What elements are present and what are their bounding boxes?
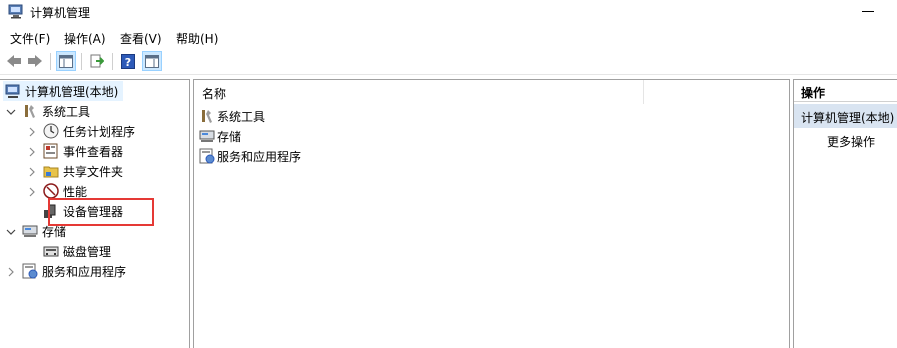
title-bar: 计算机管理 — [0, 0, 897, 24]
content-pane: 名称 系统工具 存储 服务和应用程序 — [193, 79, 790, 348]
tree-item-computer-management[interactable]: 计算机管理(本地) — [3, 81, 123, 101]
disk-management-icon — [43, 243, 59, 259]
tree-item-disk-management[interactable]: 磁盘管理 — [43, 241, 111, 261]
menu-help[interactable]: 帮助(H) — [176, 30, 218, 47]
menu-view[interactable]: 查看(V) — [120, 30, 162, 47]
chevron-down-icon[interactable] — [6, 226, 16, 236]
actions-header: 操作 — [794, 80, 897, 102]
list-item[interactable]: 存储 — [199, 126, 241, 146]
list-item-label: 系统工具 — [217, 109, 266, 124]
actions-group-label: 计算机管理(本地) — [801, 111, 895, 125]
minimize-button[interactable] — [862, 11, 874, 12]
chevron-right-icon[interactable] — [27, 186, 37, 197]
list-item[interactable]: 服务和应用程序 — [199, 146, 301, 166]
actions-group-computer-management[interactable]: 计算机管理(本地) — [794, 104, 897, 128]
shared-folder-icon — [43, 163, 59, 179]
chevron-right-icon[interactable] — [6, 266, 16, 277]
tree-item-label: 磁盘管理 — [63, 244, 112, 259]
svg-text:?: ? — [125, 56, 131, 69]
tree-item-label: 事件查看器 — [63, 144, 124, 159]
menu-action[interactable]: 操作(A) — [64, 30, 106, 47]
export-list-icon[interactable] — [87, 51, 107, 71]
clock-icon — [43, 123, 59, 139]
storage-icon — [199, 128, 215, 144]
show-hide-action-pane-icon[interactable] — [142, 51, 162, 71]
tree-item-event-viewer[interactable]: 事件查看器 — [27, 141, 123, 161]
menu-file[interactable]: 文件(F) — [10, 30, 50, 47]
tools-icon — [22, 103, 38, 119]
chevron-right-icon[interactable] — [27, 166, 37, 177]
more-actions-link[interactable]: 更多操作 — [827, 133, 875, 150]
list-item-label: 服务和应用程序 — [217, 149, 302, 164]
tree-item-label: 服务和应用程序 — [42, 264, 127, 279]
chevron-right-icon[interactable] — [27, 126, 37, 137]
tree-item-shared-folders[interactable]: 共享文件夹 — [27, 161, 123, 181]
services-icon — [22, 263, 38, 279]
window-title: 计算机管理 — [30, 6, 91, 20]
tree-item-label: 共享文件夹 — [63, 164, 124, 179]
tools-icon — [199, 108, 215, 124]
help-icon[interactable]: ? — [118, 51, 138, 71]
toolbar: ? — [0, 49, 897, 75]
actions-pane: 操作 计算机管理(本地) 更多操作 — [793, 79, 897, 348]
computer-management-icon — [5, 83, 21, 99]
services-icon — [199, 148, 215, 164]
column-header-label: 名称 — [202, 87, 227, 101]
menu-bar: 文件(F) 操作(A) 查看(V) 帮助(H) — [0, 27, 897, 47]
event-viewer-icon — [43, 143, 59, 159]
actions-header-label: 操作 — [801, 86, 826, 100]
column-header-name[interactable]: 名称 — [194, 80, 644, 104]
list-item-label: 存储 — [217, 129, 242, 144]
performance-icon — [43, 183, 59, 199]
list-item[interactable]: 系统工具 — [199, 106, 265, 126]
storage-icon — [22, 223, 38, 239]
tree-item-label: 计算机管理(本地) — [25, 84, 119, 99]
tree-item-label: 任务计划程序 — [63, 124, 136, 139]
highlight-annotation — [48, 198, 154, 226]
tree-item-services-applications[interactable]: 服务和应用程序 — [6, 261, 126, 281]
chevron-down-icon[interactable] — [6, 106, 16, 116]
chevron-right-icon[interactable] — [27, 146, 37, 157]
toolbar-separator — [81, 53, 82, 70]
tree-item-task-scheduler[interactable]: 任务计划程序 — [27, 121, 135, 141]
toolbar-separator — [50, 53, 51, 70]
show-hide-tree-icon[interactable] — [56, 51, 76, 71]
toolbar-separator — [112, 53, 113, 70]
tree-item-system-tools[interactable]: 系统工具 — [6, 101, 90, 121]
tree-item-label: 性能 — [63, 184, 88, 199]
back-arrow-icon[interactable] — [4, 51, 24, 71]
tree-item-label: 系统工具 — [42, 104, 91, 119]
forward-arrow-icon[interactable] — [25, 51, 45, 71]
computer-management-icon — [8, 4, 24, 19]
